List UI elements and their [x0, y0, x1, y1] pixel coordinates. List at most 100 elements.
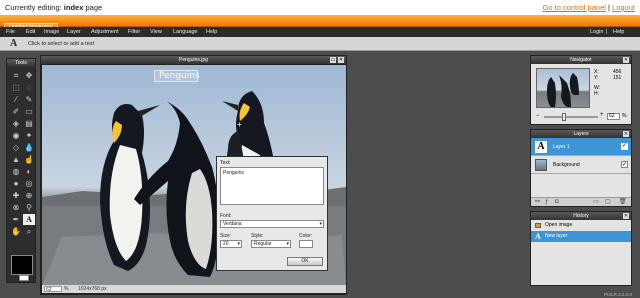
zoom-unit: %	[64, 286, 69, 292]
options-bar: A Click to select or add a text	[0, 37, 640, 51]
text-layer-icon: A	[535, 141, 547, 153]
menu-image[interactable]: Image	[44, 27, 59, 37]
layers-close-icon[interactable]: ✕	[623, 131, 629, 137]
font-select[interactable]: Verdana ▾	[220, 220, 324, 228]
stamp-icon[interactable]: ◉	[10, 130, 22, 141]
crop-icon[interactable]: ⌗	[10, 70, 22, 81]
nav-zoom-unit: %	[622, 113, 627, 119]
zoom-in-icon[interactable]: +	[600, 112, 604, 118]
history-item-label: New layer	[545, 233, 568, 239]
logout-link[interactable]: Logout	[612, 3, 635, 12]
history-item[interactable]: Open image	[531, 220, 631, 231]
options-hint: Click to select or add a text	[28, 41, 95, 47]
navigator-penguins	[547, 73, 579, 107]
history-panel: History ✕ Open image A New layer	[530, 211, 632, 286]
zoom-icon[interactable]: ⌕	[23, 226, 35, 237]
blur-icon[interactable]: 💧	[23, 142, 35, 153]
editing-page: index	[63, 3, 84, 12]
secondary-color[interactable]	[19, 275, 29, 281]
menu-filter[interactable]: Filter	[128, 27, 140, 37]
drawing-icon[interactable]: ◇	[10, 142, 22, 153]
text-overlay-box[interactable]: Penguins	[154, 70, 200, 82]
pinch-icon[interactable]: ⊗	[10, 202, 22, 213]
navigator-title-text: Navigator	[570, 57, 592, 63]
history-close-icon[interactable]: ✕	[623, 213, 629, 219]
menu-edit[interactable]: Edit	[26, 27, 35, 37]
new-folder-icon[interactable]: ▭	[593, 198, 599, 207]
text-area[interactable]: Penguins	[220, 167, 324, 205]
editing-suffix: page	[85, 3, 103, 12]
menu-help-right[interactable]: Help	[613, 27, 624, 37]
wand-icon[interactable]: ⁄	[10, 94, 22, 105]
nav-zoom-slider[interactable]	[544, 113, 598, 121]
burn-icon[interactable]: ●	[10, 178, 22, 189]
menu-view[interactable]: View	[150, 27, 162, 37]
color-replace-icon[interactable]: ✦	[23, 130, 35, 141]
visibility-check-icon[interactable]: ✓	[621, 161, 628, 168]
pencil-icon[interactable]: ✎	[23, 94, 35, 105]
delete-layer-icon[interactable]: 🗑	[619, 198, 627, 207]
new-layer-icon[interactable]: ▢	[605, 198, 611, 207]
history-title: History ✕	[531, 212, 631, 220]
style-select[interactable]: Regular ▾	[251, 240, 291, 248]
canvas-close-icon[interactable]: ✕	[338, 57, 344, 63]
hand-icon[interactable]: ✋	[10, 226, 22, 237]
size-select-value: 20	[223, 241, 229, 247]
zoom-field[interactable]: 62	[44, 286, 62, 293]
visibility-check-icon[interactable]: ✓	[621, 143, 628, 150]
dodge-icon[interactable]: ◐	[23, 166, 35, 177]
size-label: Size:	[220, 233, 232, 239]
type-icon[interactable]: A	[23, 214, 35, 225]
menu-language[interactable]: Language	[173, 27, 197, 37]
ok-button[interactable]: OK	[287, 257, 323, 266]
layer-styles-icon[interactable]: ƒ	[545, 198, 548, 207]
style-select-value: Regular	[254, 241, 272, 247]
history-item[interactable]: A New layer	[531, 231, 631, 242]
color-swatch[interactable]	[299, 240, 313, 248]
menu-adjustment[interactable]: Adjustment	[91, 27, 119, 37]
brush-icon[interactable]: ✐	[10, 106, 22, 117]
layer-row[interactable]: A Layer 1 ✓	[531, 138, 631, 156]
eraser-icon[interactable]: ▭	[23, 106, 35, 117]
marquee-icon[interactable]: ⬚	[10, 82, 22, 93]
menu-layer[interactable]: Layer	[67, 27, 81, 37]
topbar-separator: |	[608, 3, 610, 12]
navigator-thumbnail[interactable]	[536, 68, 590, 108]
sharpen-icon[interactable]: ▲	[10, 154, 22, 165]
color-swatches[interactable]	[11, 255, 33, 275]
chevron-down-icon: ▾	[286, 241, 289, 247]
spot-heal-icon[interactable]: ✚	[10, 190, 22, 201]
style-label: Style:	[251, 233, 264, 239]
lasso-icon[interactable]: ◌	[23, 82, 35, 93]
layers-toolbar: ⚯ ƒ ◘ ▭ ▢ 🗑	[531, 197, 631, 206]
bucket-icon[interactable]: ◈	[10, 118, 22, 129]
link-layers-icon[interactable]: ⚯	[535, 198, 540, 207]
navigator-close-icon[interactable]: ✕	[623, 57, 629, 63]
menu-login[interactable]: Login	[590, 27, 603, 37]
eyedropper-icon[interactable]: ⚲	[23, 202, 35, 213]
menu-file[interactable]: File	[6, 27, 15, 37]
zoom-out-icon[interactable]: −	[536, 113, 540, 119]
history-text-icon: A	[535, 232, 541, 241]
canvas-minimize-icon[interactable]: ▭	[330, 57, 336, 63]
nav-zoom-field[interactable]: 62	[607, 113, 620, 120]
background-thumbnail	[535, 159, 547, 171]
pen-icon[interactable]: ✒	[10, 214, 22, 225]
layers-panel: Layers ✕ A Layer 1 ✓ Background ✓ ⚯ ƒ ◘ …	[530, 129, 632, 207]
menu-help[interactable]: Help	[206, 27, 217, 37]
move-icon[interactable]: ✥	[23, 70, 35, 81]
cursor-crosshair-icon: +	[237, 120, 242, 129]
menu-right-separator: |	[606, 29, 608, 35]
layer-row[interactable]: Background ✓	[531, 156, 631, 174]
redeye-icon[interactable]: ◎	[23, 178, 35, 189]
sponge-icon[interactable]: ◍	[10, 166, 22, 177]
control-panel-link[interactable]: Go to control panel	[543, 3, 606, 12]
gradient-icon[interactable]: ▤	[23, 118, 35, 129]
layer-mask-icon[interactable]: ◘	[555, 198, 559, 207]
history-item-label: Open image	[545, 222, 573, 228]
size-select[interactable]: 20 ▾	[220, 240, 242, 248]
menu-bar: File Edit Image Layer Adjustment Filter …	[0, 27, 640, 37]
smudge-icon[interactable]: ☝	[23, 154, 35, 165]
bloat-icon[interactable]: ⊕	[23, 190, 35, 201]
nav-zoom-thumb[interactable]	[562, 113, 566, 121]
